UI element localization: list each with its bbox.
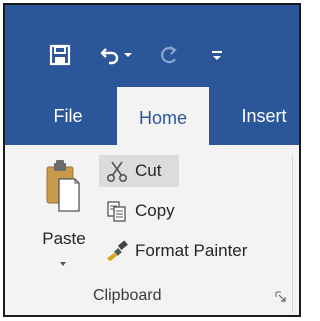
customize-qat-icon: [212, 51, 222, 60]
format-painter-button[interactable]: Format Painter: [99, 235, 269, 267]
scissors-icon: [105, 159, 129, 183]
redo-button[interactable]: [159, 41, 179, 69]
copy-label: Copy: [135, 201, 175, 220]
chevron-down-icon: [124, 53, 132, 57]
paste-label: Paste: [42, 229, 86, 248]
undo-icon: [100, 48, 119, 65]
copy-icon: [105, 199, 129, 223]
chevron-down-icon[interactable]: [55, 259, 71, 269]
ribbon-tabs: File Home Insert: [5, 87, 299, 149]
cut-label: Cut: [135, 161, 162, 180]
paste-button[interactable]: Paste: [35, 155, 93, 285]
quick-access-toolbar: [5, 35, 299, 75]
undo-button[interactable]: [99, 41, 121, 69]
cut-button[interactable]: Cut: [99, 155, 179, 187]
tab-file[interactable]: File: [45, 87, 91, 145]
copy-button[interactable]: Copy: [99, 195, 189, 227]
save-button[interactable]: [49, 41, 75, 69]
dialog-launcher-icon[interactable]: [275, 291, 287, 303]
paste-icon: [46, 160, 80, 212]
customize-qat-button[interactable]: [211, 41, 225, 69]
paintbrush-icon: [105, 239, 129, 263]
word-window: File Home Insert Paste Cut Copy Format P…: [3, 3, 301, 317]
undo-dropdown-button[interactable]: [123, 41, 135, 69]
ribbon-home-panel: Paste Cut Copy Format Painter Clipboard: [5, 145, 299, 315]
redo-icon: [161, 46, 177, 64]
save-icon: [49, 44, 71, 66]
format-painter-label: Format Painter: [135, 241, 248, 260]
group-separator: [292, 155, 293, 313]
clipboard-group-label: Clipboard: [93, 287, 162, 304]
tab-home[interactable]: Home: [117, 87, 209, 149]
title-bar: File Home Insert: [5, 5, 299, 149]
tab-insert[interactable]: Insert: [231, 87, 297, 145]
